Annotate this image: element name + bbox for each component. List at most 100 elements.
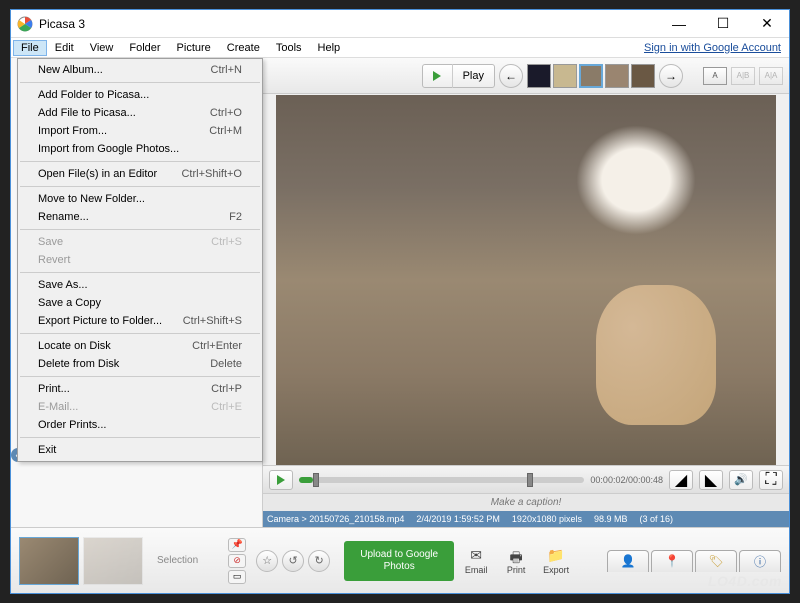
rotate-cw-button[interactable]: ↻	[308, 550, 330, 572]
video-playback-bar: 00:00:02/00:00:48 ◢ ◣ 🔊 ⛶	[263, 465, 789, 493]
menu-item[interactable]: Exit	[18, 441, 262, 459]
menu-item: SaveCtrl+S	[18, 233, 262, 251]
tags-tab[interactable]: 🏷	[695, 550, 737, 572]
thumb-2[interactable]	[553, 64, 577, 88]
export-button[interactable]: 📁Export	[538, 547, 574, 575]
info-bar: Camera > 20150726_210158.mp4 2/4/2019 1:…	[263, 511, 789, 527]
email-button[interactable]: ✉Email	[458, 547, 494, 575]
thumb-5[interactable]	[631, 64, 655, 88]
upload-google-photos-button[interactable]: Upload to Google Photos	[344, 541, 454, 581]
menu-item: E-Mail...Ctrl+E	[18, 398, 262, 416]
menu-item[interactable]: Save As...	[18, 276, 262, 294]
menu-separator	[20, 333, 260, 334]
menu-item[interactable]: Print...Ctrl+P	[18, 380, 262, 398]
rotate-ccw-button[interactable]: ↺	[282, 550, 304, 572]
main-image	[276, 95, 776, 465]
trim-out-button[interactable]: ◣	[699, 470, 723, 490]
layout-ab-button[interactable]: A|B	[731, 67, 755, 85]
play-label: Play	[453, 70, 494, 82]
tray-add-button[interactable]: ▭	[228, 570, 246, 584]
tray-thumb-ghost	[83, 537, 143, 585]
info-size: 98.9 MB	[594, 514, 628, 524]
tray-thumb[interactable]	[19, 537, 79, 585]
people-tab[interactable]: 👤	[607, 550, 649, 572]
menu-item: Revert	[18, 251, 262, 269]
menu-item[interactable]: Add File to Picasa...Ctrl+O	[18, 104, 262, 122]
menu-item[interactable]: Rename...F2	[18, 208, 262, 226]
pin-icon: 📍	[665, 554, 680, 568]
menu-separator	[20, 82, 260, 83]
menu-item[interactable]: Export Picture to Folder...Ctrl+Shift+S	[18, 312, 262, 330]
menu-separator	[20, 229, 260, 230]
next-button[interactable]: →	[659, 64, 683, 88]
info-dimensions: 1920x1080 pixels	[512, 514, 582, 524]
menu-item[interactable]: Locate on DiskCtrl+Enter	[18, 337, 262, 355]
video-scrubber[interactable]	[299, 477, 584, 483]
menu-tools[interactable]: Tools	[268, 40, 310, 56]
prev-button[interactable]: ←	[499, 64, 523, 88]
fullscreen-button[interactable]: ⛶	[759, 470, 783, 490]
menu-separator	[20, 376, 260, 377]
menu-item[interactable]: Import from Google Photos...	[18, 140, 262, 158]
menu-item[interactable]: Open File(s) in an EditorCtrl+Shift+O	[18, 165, 262, 183]
minimize-button[interactable]: —	[657, 10, 701, 38]
viewer-toolbar: Play ← → A A|B A|A	[263, 58, 789, 94]
menu-separator	[20, 186, 260, 187]
menu-file[interactable]: File	[13, 40, 47, 56]
maximize-button[interactable]: ☐	[701, 10, 745, 38]
thumb-1[interactable]	[527, 64, 551, 88]
menu-create[interactable]: Create	[219, 40, 268, 56]
menu-separator	[20, 161, 260, 162]
menubar: File Edit View Folder Picture Create Too…	[11, 38, 789, 58]
photo-tray: Selection 📌 ⊘ ▭ ☆ ↺ ↻ Upload to Google P…	[11, 527, 789, 593]
menu-help[interactable]: Help	[310, 40, 349, 56]
menu-view[interactable]: View	[82, 40, 122, 56]
menu-item[interactable]: Save a Copy	[18, 294, 262, 312]
action-row: ☆ ↺ ↻ Upload to Google Photos ✉Email 🖶Pr…	[256, 541, 574, 581]
layout-single-button[interactable]: A	[703, 67, 727, 85]
titlebar: Picasa 3 — ☐ ✕	[11, 10, 789, 38]
menu-picture[interactable]: Picture	[169, 40, 219, 56]
tray-controls: 📌 ⊘ ▭	[228, 538, 246, 584]
places-tab[interactable]: 📍	[651, 550, 693, 572]
caption-input[interactable]: Make a caption!	[263, 493, 789, 511]
menu-item[interactable]: Import From...Ctrl+M	[18, 122, 262, 140]
person-icon: 👤	[621, 554, 636, 568]
info-tab[interactable]: ⓘ	[739, 550, 781, 572]
play-slideshow-button[interactable]: Play	[422, 64, 495, 88]
menu-item[interactable]: New Album...Ctrl+N	[18, 61, 262, 79]
main-area: New Album...Ctrl+N Add Folder to Picasa..…	[11, 58, 789, 527]
print-button[interactable]: 🖶Print	[498, 547, 534, 575]
menu-item[interactable]: Add Folder to Picasa...	[18, 86, 262, 104]
selection-label: Selection	[157, 555, 198, 566]
print-icon: 🖶	[510, 547, 523, 565]
info-position: (3 of 16)	[640, 514, 674, 524]
star-button[interactable]: ☆	[256, 550, 278, 572]
info-datetime: 2/4/2019 1:59:52 PM	[416, 514, 500, 524]
menu-item[interactable]: Order Prints...	[18, 416, 262, 434]
info-icon: ⓘ	[754, 553, 766, 570]
content-area: Play ← → A A|B A|A	[263, 58, 789, 527]
export-icon: 📁	[547, 547, 564, 565]
signin-link[interactable]: Sign in with Google Account	[644, 42, 781, 54]
watermark: LO4D.com	[708, 573, 782, 589]
volume-button[interactable]: 🔊	[729, 470, 753, 490]
image-viewport[interactable]	[263, 94, 789, 465]
tray-clear-button[interactable]: ⊘	[228, 554, 246, 568]
thumb-3-selected[interactable]	[579, 64, 603, 88]
menu-edit[interactable]: Edit	[47, 40, 82, 56]
video-play-button[interactable]	[269, 470, 293, 490]
thumbnail-strip	[527, 64, 655, 88]
play-icon	[423, 64, 453, 88]
thumb-4[interactable]	[605, 64, 629, 88]
menu-item[interactable]: Delete from DiskDelete	[18, 355, 262, 373]
trim-in-button[interactable]: ◢	[669, 470, 693, 490]
menu-item[interactable]: Move to New Folder...	[18, 190, 262, 208]
tray-hold-button[interactable]: 📌	[228, 538, 246, 552]
trim-start-handle[interactable]	[313, 473, 319, 487]
menu-folder[interactable]: Folder	[121, 40, 168, 56]
playback-time: 00:00:02/00:00:48	[590, 475, 663, 485]
layout-aa-button[interactable]: A|A	[759, 67, 783, 85]
trim-end-handle[interactable]	[527, 473, 533, 487]
close-button[interactable]: ✕	[745, 10, 789, 38]
